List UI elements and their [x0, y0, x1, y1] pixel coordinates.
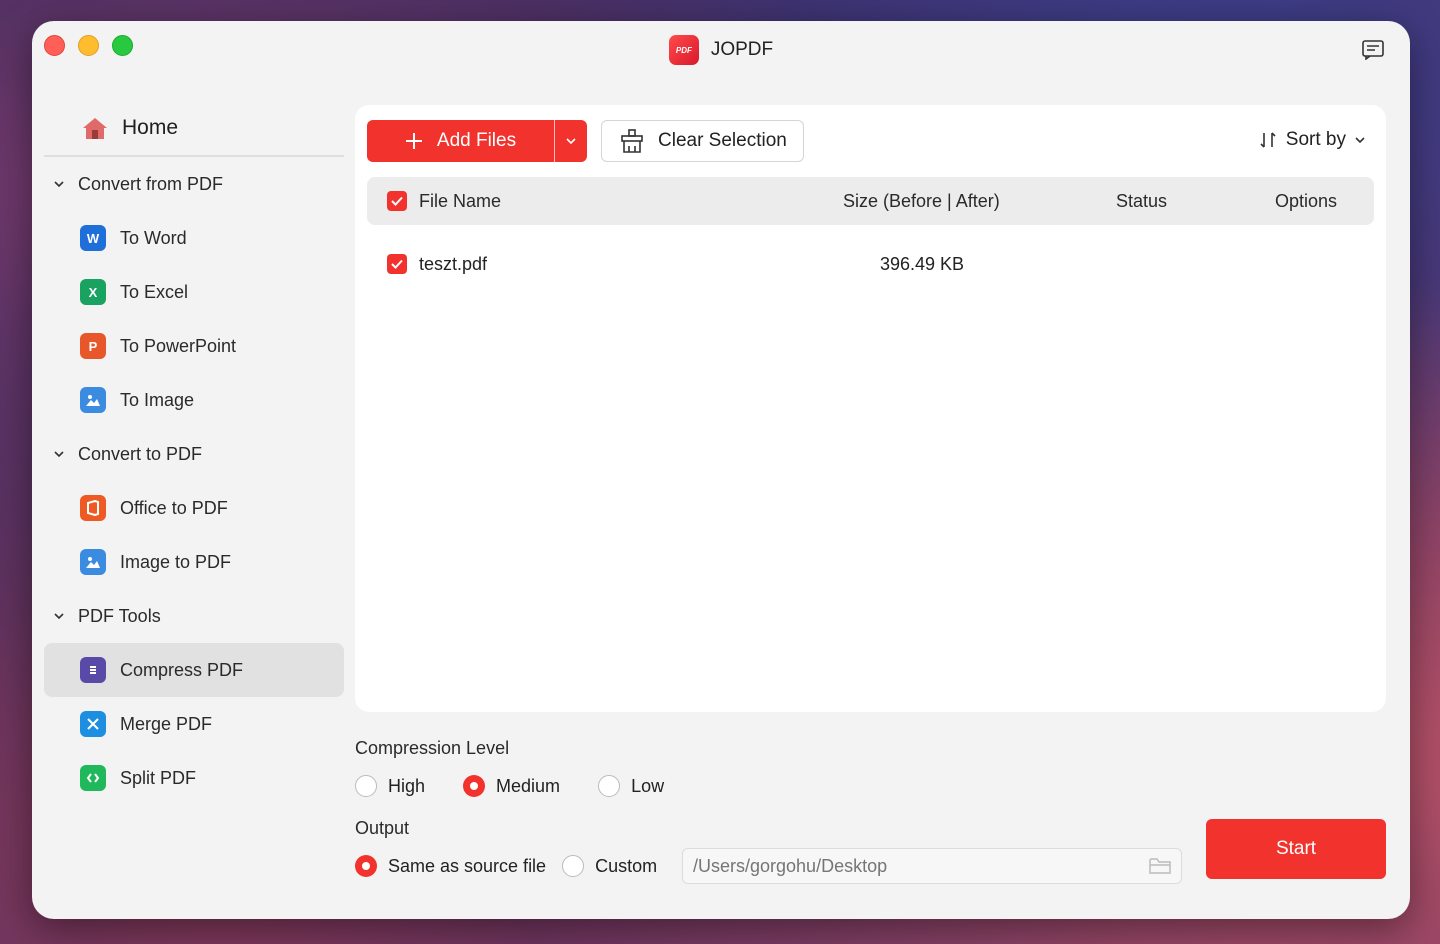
sort-by-button[interactable]: Sort by [1258, 129, 1366, 151]
plus-icon [405, 133, 422, 149]
sidebar-item-home[interactable]: Home [44, 101, 344, 157]
compression-level-options: High Medium Low [355, 775, 664, 797]
folder-icon[interactable] [1149, 857, 1171, 875]
radio-button[interactable] [355, 775, 377, 797]
radio-label: Same as source file [388, 855, 547, 876]
group-pdf-tools[interactable]: PDF Tools [44, 589, 344, 643]
start-button[interactable]: Start [1206, 819, 1386, 879]
chevron-down-icon [54, 613, 64, 620]
add-files-button-group: Add Files [367, 120, 587, 162]
sidebar-item-to-image[interactable]: To Image [44, 373, 344, 427]
app-logo-icon: PDF [668, 35, 699, 65]
chevron-down-icon [54, 181, 64, 188]
sidebar: Home Convert from PDF W To Word X To Exc… [44, 101, 344, 805]
file-name-cell: teszt.pdf [419, 253, 488, 274]
logo-text: PDF [675, 45, 692, 55]
sidebar-item-label: To Word [120, 227, 187, 248]
sidebar-item-label: Split PDF [120, 767, 197, 788]
output-options: Same as source file Custom [355, 855, 657, 877]
excel-icon: X [80, 279, 106, 305]
title-bar: PDF JOPDF [32, 35, 1410, 65]
broom-icon [621, 129, 643, 153]
merge-icon [80, 711, 106, 737]
office-icon [80, 495, 106, 521]
radio-same-as-source[interactable]: Same as source file [355, 855, 546, 877]
sidebar-item-label: Office to PDF [120, 497, 228, 518]
sidebar-item-label: Compress PDF [120, 659, 244, 680]
sidebar-item-compress-pdf[interactable]: Compress PDF [44, 643, 344, 697]
compress-icon [80, 657, 106, 683]
row-checkbox[interactable] [387, 254, 407, 274]
add-files-button[interactable]: Add Files [367, 120, 554, 162]
app-window: PDF JOPDF Home Convert from PDF W To Wor… [32, 21, 1410, 919]
radio-custom[interactable]: Custom [562, 855, 657, 877]
sidebar-item-to-word[interactable]: W To Word [44, 211, 344, 265]
sidebar-item-label: To Image [120, 389, 195, 410]
radio-low[interactable]: Low [598, 775, 664, 797]
output-label: Output [355, 818, 410, 838]
sidebar-item-label: Image to PDF [120, 551, 232, 572]
compression-level-label: Compression Level [355, 738, 510, 758]
sidebar-item-image-to-pdf[interactable]: Image to PDF [44, 535, 344, 589]
clear-selection-button[interactable]: Clear Selection [601, 120, 804, 162]
add-files-label: Add Files [436, 130, 517, 151]
chevron-down-icon [1355, 137, 1365, 144]
sidebar-item-label: To Excel [120, 281, 189, 302]
radio-medium[interactable]: Medium [463, 775, 560, 797]
radio-high[interactable]: High [355, 775, 425, 797]
chevron-down-icon [54, 451, 64, 458]
sidebar-item-office-to-pdf[interactable]: Office to PDF [44, 481, 344, 535]
feedback-icon[interactable] [1362, 40, 1384, 60]
radio-button[interactable] [355, 855, 377, 877]
sidebar-item-merge-pdf[interactable]: Merge PDF [44, 697, 344, 751]
radio-button[interactable] [562, 855, 585, 877]
app-title: JOPDF [710, 39, 774, 60]
group-label: Convert to PDF [78, 443, 203, 464]
group-label: Convert from PDF [78, 173, 224, 194]
column-header-size: Size (Before | After) [843, 190, 1000, 211]
table-header: File Name Size (Before | After) Status O… [367, 177, 1374, 225]
file-panel: Add Files Clear Selection Sort by File N… [355, 105, 1386, 712]
file-size-cell: 396.49 KB [880, 253, 965, 274]
powerpoint-icon: P [80, 333, 106, 359]
group-label: PDF Tools [78, 605, 161, 626]
sidebar-item-label: Home [122, 116, 179, 139]
add-files-dropdown-button[interactable] [555, 120, 587, 162]
group-convert-to-pdf[interactable]: Convert to PDF [44, 427, 344, 481]
sidebar-item-label: Merge PDF [120, 713, 213, 734]
sort-icon [1260, 132, 1276, 148]
radio-button[interactable] [598, 775, 621, 797]
sidebar-item-split-pdf[interactable]: Split PDF [44, 751, 344, 805]
image-to-pdf-icon [80, 549, 106, 575]
radio-label: Medium [496, 775, 561, 796]
sort-by-label: Sort by [1285, 129, 1346, 150]
output-path-input[interactable] [682, 848, 1182, 884]
sidebar-item-label: To PowerPoint [120, 335, 237, 356]
image-icon [80, 387, 106, 413]
check-icon [391, 259, 403, 269]
sidebar-item-to-powerpoint[interactable]: P To PowerPoint [44, 319, 344, 373]
chevron-down-icon [566, 138, 576, 145]
radio-label: High [388, 775, 426, 796]
clear-selection-label: Clear Selection [658, 130, 787, 151]
home-icon [83, 118, 107, 139]
column-header-status: Status [1116, 190, 1168, 211]
check-icon [391, 196, 403, 206]
radio-label: Custom [595, 855, 658, 876]
radio-button[interactable] [463, 775, 486, 797]
group-convert-from-pdf[interactable]: Convert from PDF [44, 157, 344, 211]
sidebar-item-to-excel[interactable]: X To Excel [44, 265, 344, 319]
select-all-checkbox[interactable] [387, 191, 407, 211]
column-header-file-name: File Name [419, 190, 502, 211]
radio-label: Low [631, 775, 665, 796]
table-row[interactable]: teszt.pdf 396.49 KB [367, 241, 1374, 287]
split-icon [80, 765, 106, 791]
column-header-options: Options [1275, 190, 1338, 211]
word-icon: W [80, 225, 106, 251]
